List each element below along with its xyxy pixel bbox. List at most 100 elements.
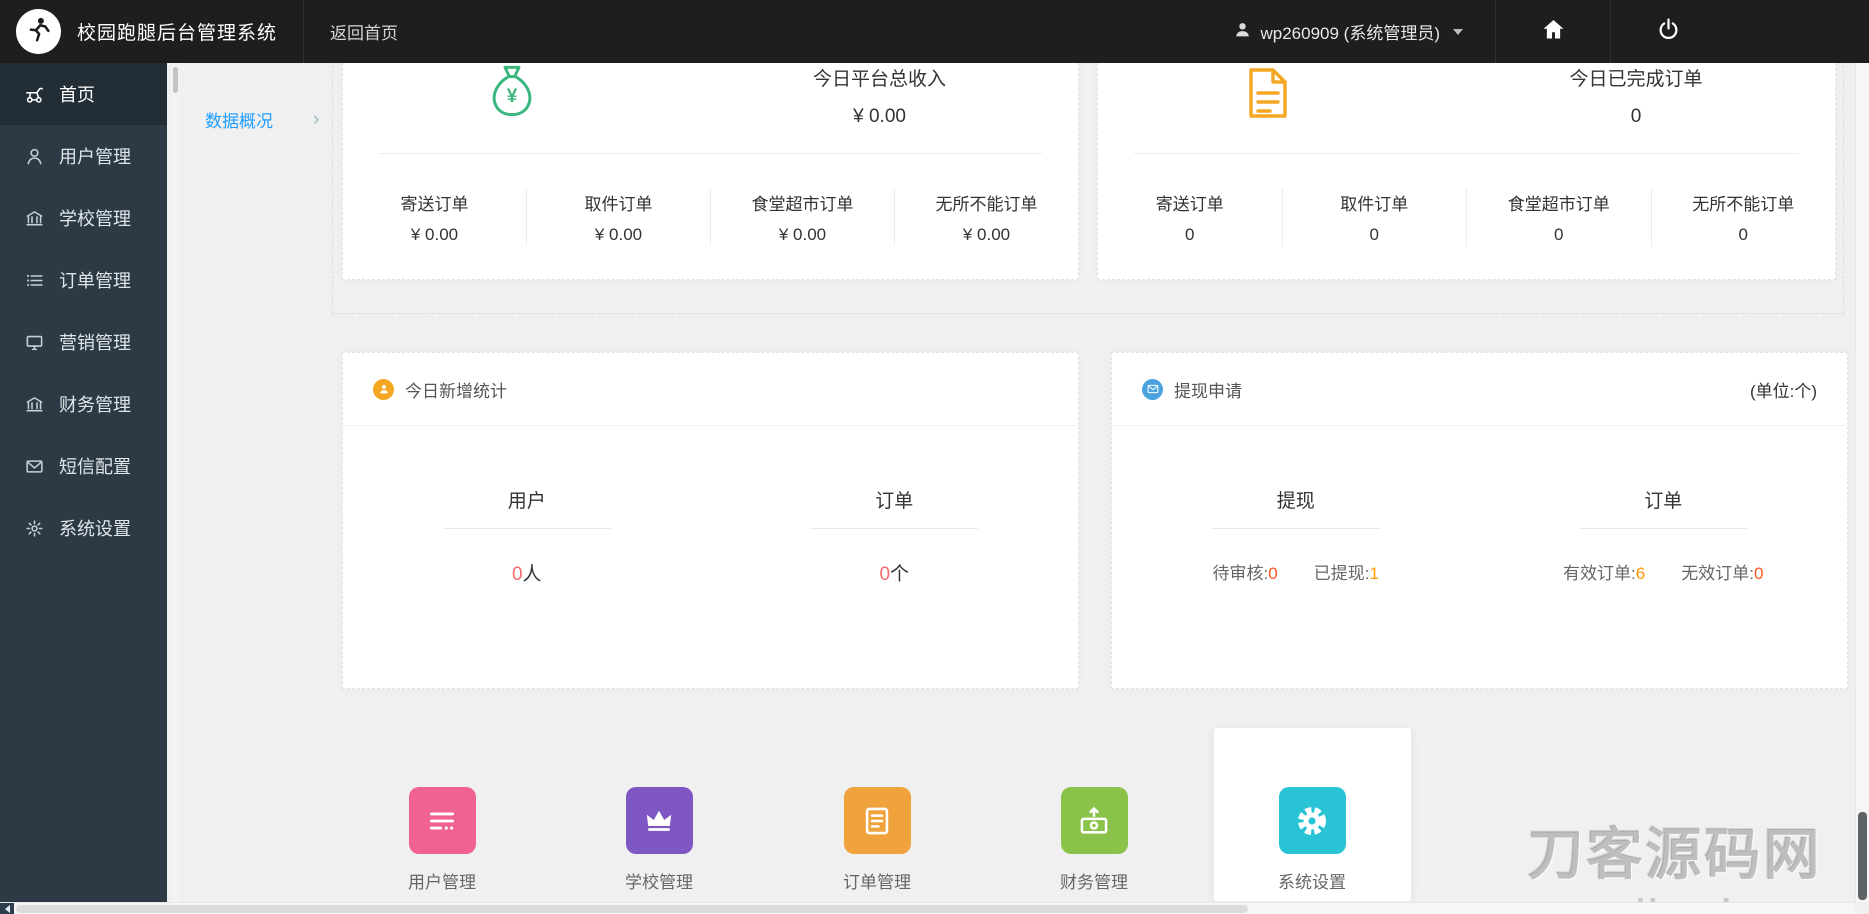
income-card: ¥ 今日平台总收入 ¥ 0.00 寄送订单 ¥ 0.00 取件订单 ¥ 0.00: [342, 38, 1079, 280]
username: wp260909 (系统管理员): [1260, 24, 1440, 43]
sidebar: 首页 用户管理 学校管理 订单管理 营销管理 财务管理 短信配置 系统设置: [0, 63, 167, 902]
order-doc-icon: [843, 787, 911, 854]
tab-label: 数据概况: [205, 112, 273, 131]
sidebar-scrollbar[interactable]: [172, 63, 179, 902]
sidebar-item-orders[interactable]: 订单管理: [0, 249, 167, 311]
completed-orders-card: 今日已完成订单 0 寄送订单 0 取件订单 0 食堂超市订单 0 无所不能订单: [1097, 38, 1836, 280]
sidebar-item-label: 首页: [59, 85, 95, 105]
income-stat: 取件订单 ¥ 0.00: [584, 194, 653, 244]
svg-text:¥: ¥: [507, 86, 518, 107]
withdraw-title: 提现申请: [1174, 381, 1242, 401]
gear-icon: [1278, 787, 1346, 854]
sidebar-item-label: 学校管理: [59, 209, 131, 229]
completed-stat: 无所不能订单 0: [1692, 194, 1795, 244]
sidebar-item-users[interactable]: 用户管理: [0, 125, 167, 187]
withdraw-card: 提现申请 (单位:个) 提现 待审核:0 已提现:1 订单 有效订单:6 无效订…: [1111, 352, 1848, 689]
shortcut-user-management[interactable]: 用户管理: [359, 787, 525, 893]
withdraw-done: 已提现:1: [1313, 564, 1379, 583]
user-icon: [1234, 21, 1251, 43]
mail-badge-icon: [1142, 378, 1163, 400]
scroll-left-button[interactable]: [0, 902, 14, 914]
list-icon: [24, 270, 44, 290]
page: 校园跑腿后台管理系统 返回首页 wp260909 (系统管理员) 首页 用户管理…: [0, 0, 1869, 914]
income-value: ¥ 0.00: [853, 105, 906, 127]
tab-data-overview[interactable]: 数据概况 ›: [205, 107, 319, 132]
shortcut-system-settings[interactable]: 系统设置: [1229, 787, 1395, 893]
monitor-icon: [24, 332, 44, 352]
sidebar-item-schools[interactable]: 学校管理: [0, 187, 167, 249]
orders-invalid: 无效订单:0: [1681, 564, 1764, 583]
completed-title: 今日已完成订单: [1569, 68, 1703, 90]
today-stats-card: 今日新增统计 用户 0人 订单 0个: [342, 352, 1079, 689]
sidebar-item-marketing[interactable]: 营销管理: [0, 311, 167, 373]
sidebar-item-settings[interactable]: 系统设置: [0, 497, 167, 559]
sidebar-scrollbar-thumb[interactable]: [173, 67, 178, 93]
withdraw-pending: 待审核:0: [1212, 564, 1278, 583]
underline: [1579, 528, 1748, 529]
sidebar-item-label: 短信配置: [59, 457, 131, 477]
navbar-divider: [1495, 0, 1496, 63]
left-arrow-icon: [4, 904, 10, 913]
user-list-icon: [408, 787, 476, 854]
vertical-scrollbar[interactable]: [1855, 63, 1869, 902]
rickshaw-icon: [24, 84, 44, 104]
today-orders-unit: 个: [890, 564, 910, 585]
home-button[interactable]: [1522, 0, 1584, 63]
completed-stat: 食堂超市订单 0: [1507, 194, 1610, 244]
sidebar-item-label: 营销管理: [59, 333, 131, 353]
completed-value: 0: [1630, 105, 1642, 127]
today-orders-value: 0: [879, 564, 891, 585]
logout-button[interactable]: [1637, 0, 1699, 63]
shortcut-school-management[interactable]: 学校管理: [576, 787, 742, 893]
school-icon: [24, 208, 44, 228]
horizontal-scrollbar-thumb[interactable]: [16, 905, 1248, 913]
sidebar-item-label: 用户管理: [59, 147, 131, 167]
envelope-icon: [24, 456, 44, 476]
income-stat: 无所不能订单 ¥ 0.00: [935, 194, 1038, 244]
user-icon: [24, 146, 44, 166]
document-icon: [1244, 65, 1292, 126]
today-orders-column: 订单 0个: [711, 426, 1079, 689]
today-stats-title: 今日新增统计: [405, 381, 507, 401]
chevron-down-icon: [1453, 28, 1463, 35]
shortcut-order-management[interactable]: 订单管理: [794, 787, 960, 893]
sidebar-item-home[interactable]: 首页: [0, 63, 167, 125]
completed-stat: 寄送订单 0: [1155, 194, 1224, 244]
chevron-right-icon: ›: [313, 108, 320, 130]
underline: [1211, 528, 1380, 529]
bank-icon: [24, 394, 44, 414]
sidebar-item-label: 财务管理: [59, 395, 131, 415]
vertical-scrollbar-thumb[interactable]: [1858, 812, 1867, 900]
today-users-value: 0: [511, 564, 523, 585]
back-home-link[interactable]: 返回首页: [330, 19, 398, 44]
today-users-unit: 人: [522, 564, 542, 585]
sidebar-item-label: 系统设置: [59, 519, 131, 539]
scrollbar-corner: [1855, 902, 1869, 914]
sidebar-item-finance[interactable]: 财务管理: [0, 373, 167, 435]
income-stat: 寄送订单 ¥ 0.00: [400, 194, 469, 244]
sidebar-item-label: 订单管理: [59, 271, 131, 291]
sidebar-item-sms[interactable]: 短信配置: [0, 435, 167, 497]
crown-icon: [625, 787, 693, 854]
money-bag-icon: ¥: [485, 63, 539, 128]
income-title: 今日平台总收入: [813, 68, 947, 90]
user-menu[interactable]: wp260909 (系统管理员): [1228, 19, 1469, 44]
underline: [442, 528, 611, 529]
withdraw-column: 提现 待审核:0 已提现:1: [1211, 491, 1380, 583]
runner-icon: [24, 14, 54, 49]
navbar-divider: [303, 0, 305, 63]
orders-valid: 有效订单:6: [1563, 564, 1646, 583]
app-logo[interactable]: [16, 9, 61, 54]
horizontal-scrollbar[interactable]: [0, 902, 1855, 914]
today-users-column: 用户 0人: [343, 426, 711, 689]
app-title: 校园跑腿后台管理系统: [77, 23, 278, 44]
shortcut-finance-management[interactable]: 财务管理: [1011, 787, 1177, 893]
money-deposit-icon: [1060, 787, 1128, 854]
home-icon: [1540, 16, 1567, 48]
completed-stat: 取件订单 0: [1340, 194, 1409, 244]
withdraw-orders-column: 订单 有效订单:6 无效订单:0: [1563, 491, 1764, 583]
navbar-divider: [1610, 0, 1611, 63]
income-stat: 食堂超市订单 ¥ 0.00: [751, 194, 854, 244]
person-badge-icon: [373, 378, 394, 400]
gear-icon: [24, 518, 44, 538]
